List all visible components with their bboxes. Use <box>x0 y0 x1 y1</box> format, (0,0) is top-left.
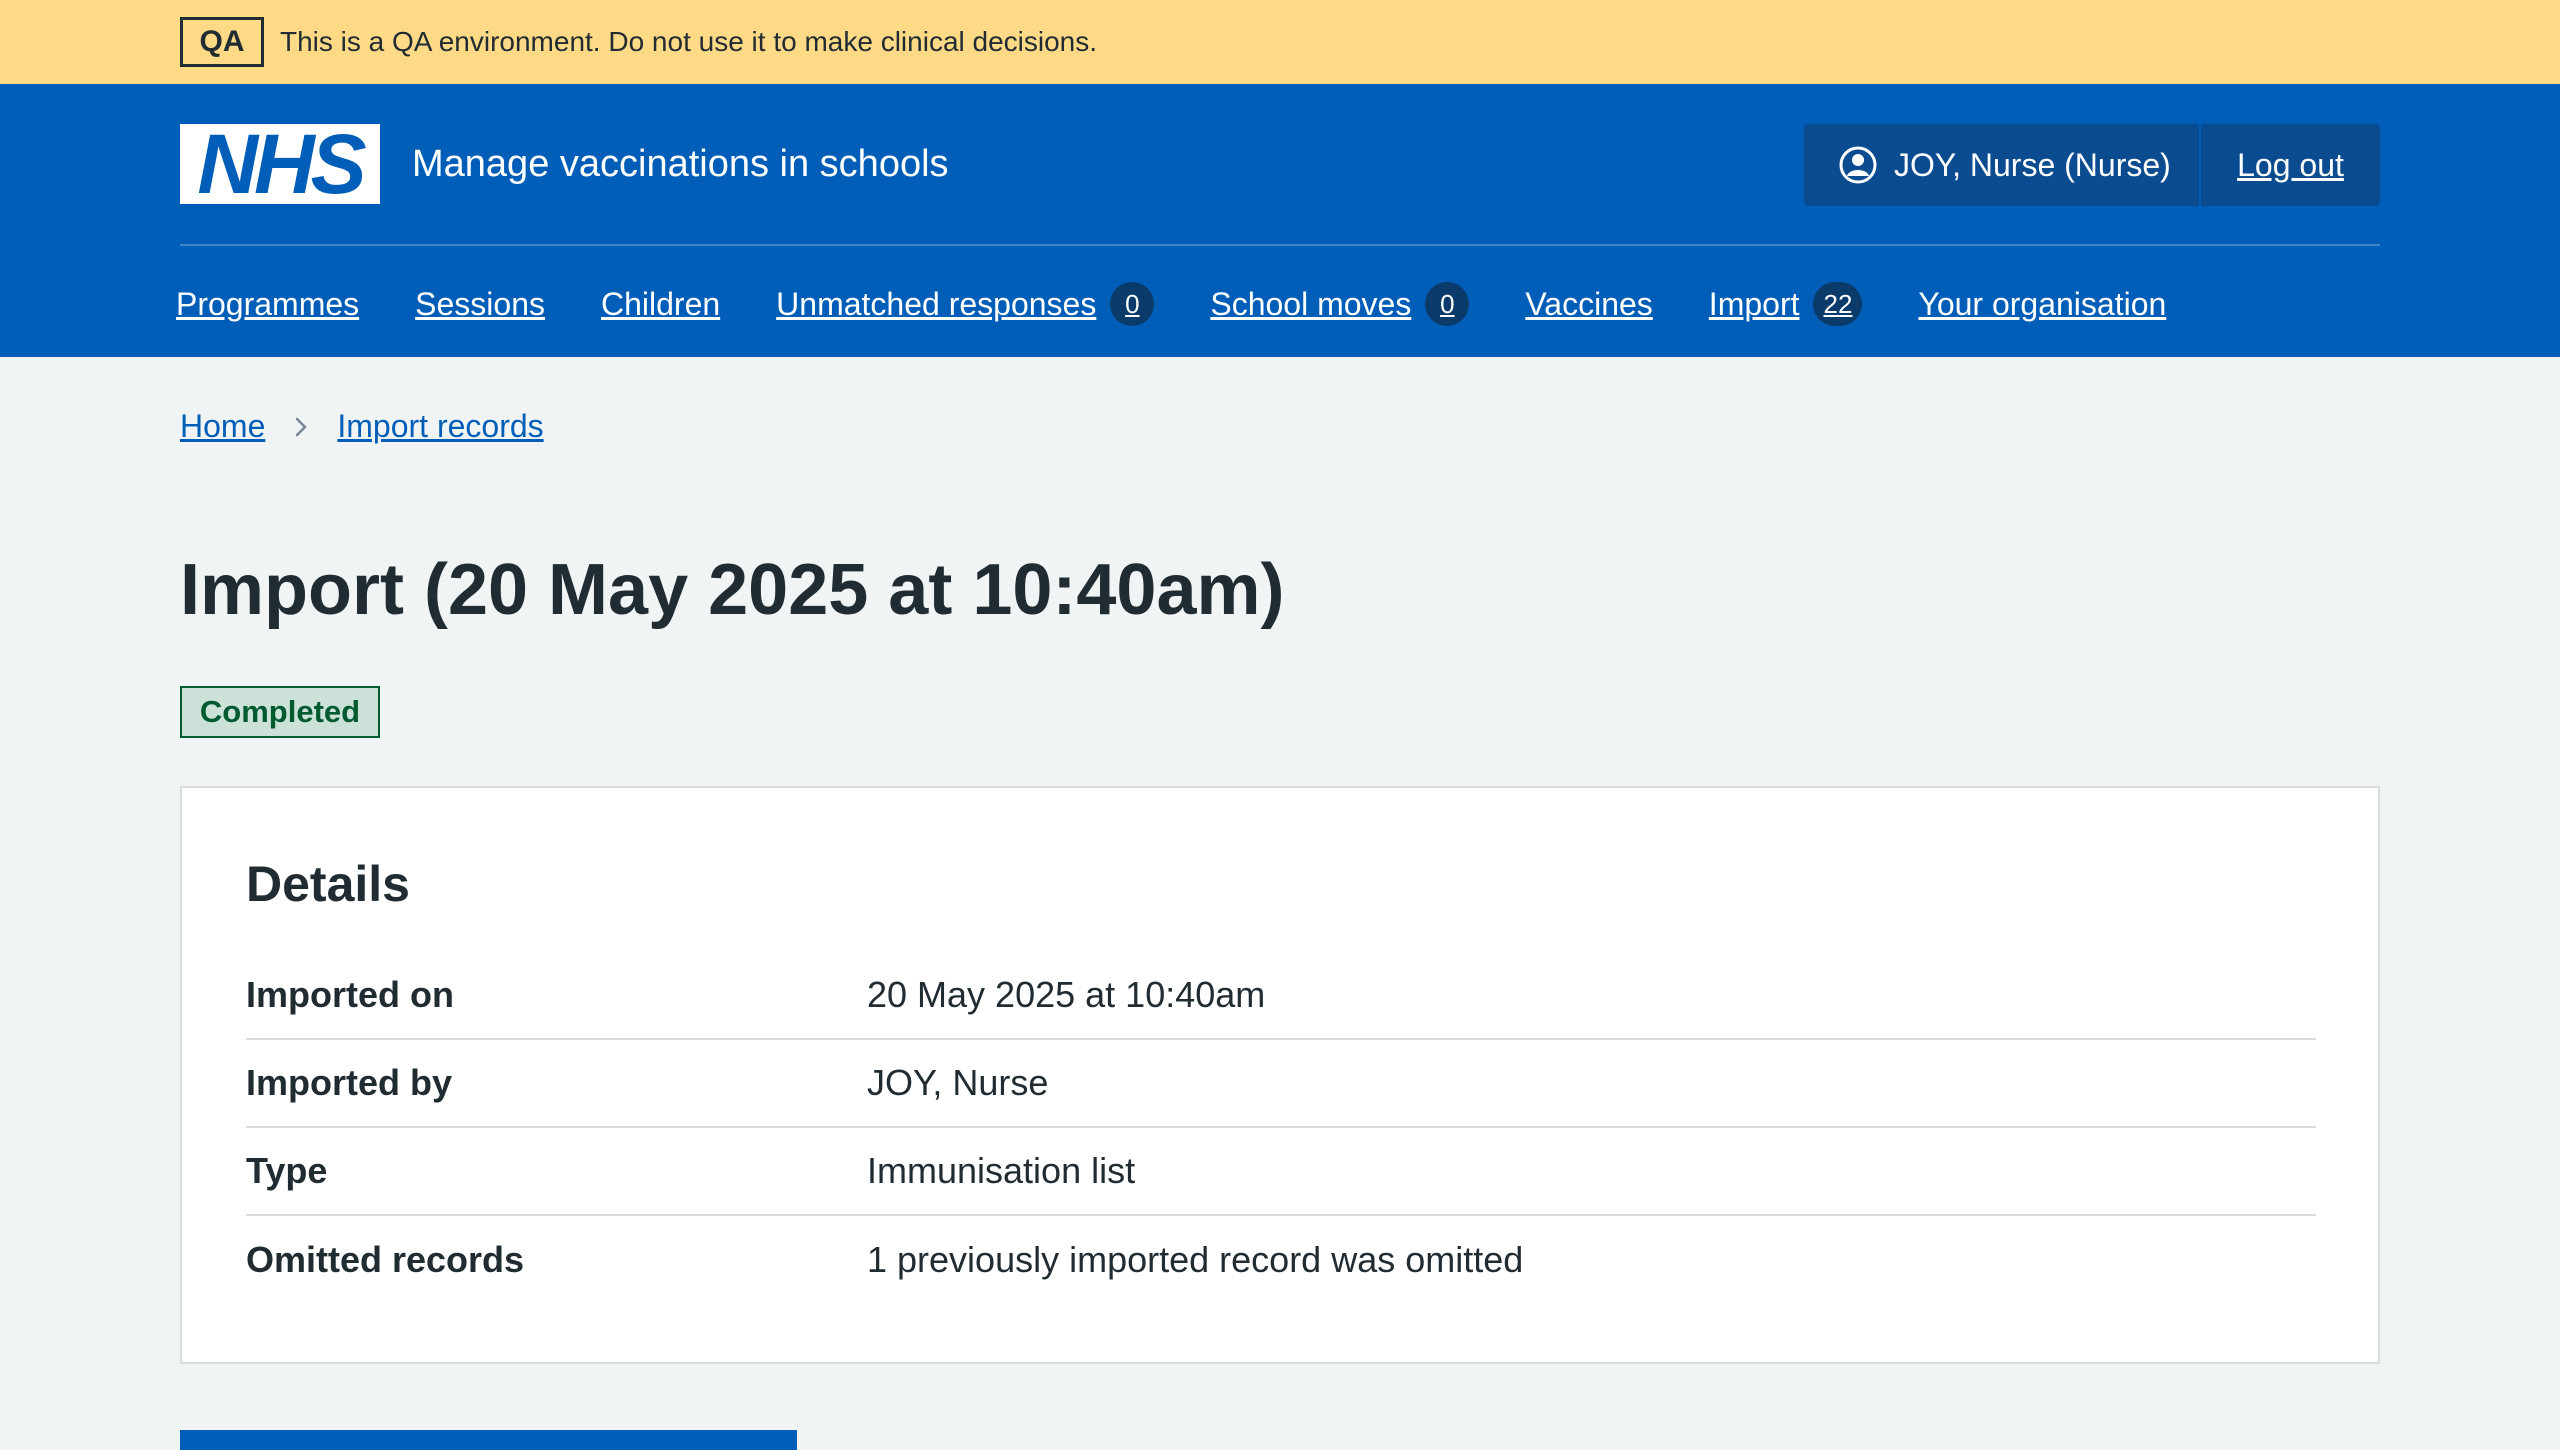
details-heading: Details <box>246 856 410 912</box>
nav-programmes[interactable]: Programmes <box>176 286 359 323</box>
breadcrumb: Home Import records <box>180 408 544 445</box>
nav-school-moves[interactable]: School moves 0 <box>1210 282 1470 326</box>
nav-sessions[interactable]: Sessions <box>415 286 545 323</box>
nav-vaccines[interactable]: Vaccines <box>1525 286 1652 323</box>
header-divider <box>180 244 2380 246</box>
nav-programmes-label: Programmes <box>176 285 360 322</box>
nav-unmatched-responses[interactable]: Unmatched responses 0 <box>776 282 1155 326</box>
nav-unmatched-label: Unmatched responses <box>776 285 1097 322</box>
summary-value: Immunisation list <box>867 1150 1136 1191</box>
user-icon <box>1839 146 1877 184</box>
summary-row: Type Immunisation list <box>246 1128 2316 1216</box>
nav-sessions-label: Sessions <box>415 285 545 322</box>
summary-row: Imported by JOY, Nurse <box>246 1040 2316 1128</box>
account-menu: JOY, Nurse (Nurse) Log out <box>1804 124 2380 206</box>
nav-children-label: Children <box>601 285 721 322</box>
summary-value: 1 previously imported record was omitted <box>867 1239 1524 1280</box>
qa-banner: QA This is a QA environment. Do not use … <box>0 0 2560 84</box>
import-count-badge: 22 <box>1813 282 1863 326</box>
summary-key: Type <box>246 1150 328 1191</box>
breadcrumb-home[interactable]: Home <box>180 408 265 445</box>
summary-row: Omitted records 1 previously imported re… <box>246 1216 2316 1304</box>
nhs-logo: NHS <box>197 117 366 211</box>
school-moves-count-badge: 0 <box>1425 282 1470 326</box>
unmatched-count-badge: 0 <box>1110 282 1155 326</box>
chevron-right-icon <box>296 417 308 436</box>
nav-organisation-label: Your organisation <box>1918 285 2167 322</box>
summary-key: Omitted records <box>246 1239 525 1280</box>
account-user: JOY, Nurse (Nurse) <box>1804 124 2199 206</box>
partially-visible-button[interactable] <box>180 1430 797 1450</box>
site-header: NHS Manage vaccinations in schools JOY, … <box>0 84 2560 357</box>
nav-import-label: Import <box>1708 285 1800 322</box>
summary-value: 20 May 2025 at 10:40am <box>867 974 1266 1015</box>
logout-link[interactable]: Log out <box>2199 124 2380 206</box>
nav-import[interactable]: Import 22 <box>1709 282 1863 326</box>
summary-key: Imported by <box>246 1062 453 1103</box>
summary-row: Imported on 20 May 2025 at 10:40am <box>246 952 2316 1040</box>
nav-children[interactable]: Children <box>601 286 720 323</box>
nav-your-organisation[interactable]: Your organisation <box>1918 286 2166 323</box>
breadcrumb-import-records[interactable]: Import records <box>337 408 543 445</box>
qa-banner-text: This is a QA environment. Do not use it … <box>280 26 1098 57</box>
details-summary-list: Imported on 20 May 2025 at 10:40am Impor… <box>246 952 2316 1304</box>
qa-tag: QA <box>180 17 264 67</box>
summary-value: JOY, Nurse <box>867 1062 1049 1103</box>
status-badge: Completed <box>180 686 380 738</box>
service-name[interactable]: Manage vaccinations in schools <box>412 140 949 188</box>
summary-key: Imported on <box>246 974 454 1015</box>
nav-school-moves-label: School moves <box>1210 285 1412 322</box>
nhs-logo-link[interactable]: NHS <box>180 117 380 211</box>
details-card: Details Imported on 20 May 2025 at 10:40… <box>180 786 2380 1364</box>
nav-vaccines-label: Vaccines <box>1525 285 1653 322</box>
primary-navigation: Programmes Sessions Children Unmatched r… <box>176 274 2222 334</box>
page-title: Import (20 May 2025 at 10:40am) <box>180 550 1285 630</box>
account-user-name: JOY, Nurse (Nurse) <box>1894 146 2171 183</box>
